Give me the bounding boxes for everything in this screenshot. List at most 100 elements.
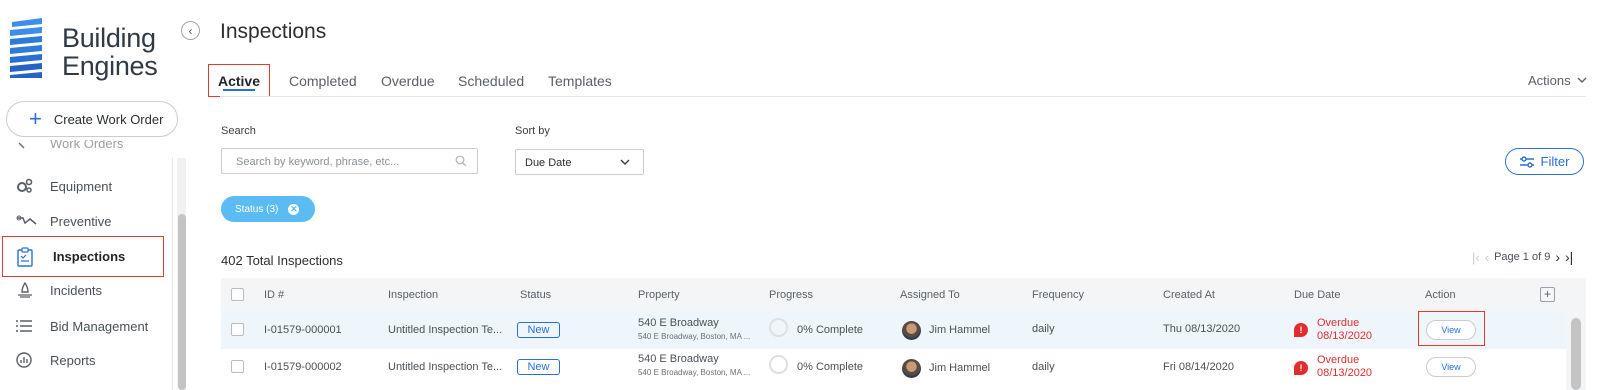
table-row[interactable]: I-01579-000002 Untitled Inspection Te...… <box>221 349 1566 387</box>
sort-label: Sort by <box>515 125 550 137</box>
sidebar-divider <box>172 158 173 390</box>
chevron-left-icon: ‹ <box>188 23 193 38</box>
view-button[interactable]: View <box>1426 320 1476 340</box>
column-inspection[interactable]: Inspection <box>388 289 438 301</box>
table-row[interactable]: I-01579-000001 Untitled Inspection Te...… <box>221 311 1566 349</box>
status-badge: New <box>517 359 560 375</box>
remove-chip-icon[interactable]: ✕ <box>288 203 300 215</box>
row-property: 540 E Broadway <box>638 353 719 365</box>
column-action: Action <box>1425 289 1456 301</box>
status-badge: New <box>517 322 560 338</box>
column-id[interactable]: ID # <box>264 289 284 301</box>
clipboard-icon <box>3 246 53 267</box>
next-page-icon[interactable]: › <box>1555 249 1560 265</box>
sidebar-item-label: Reports <box>50 352 96 368</box>
due-date-value: 08/13/2020 <box>1317 367 1373 379</box>
search-label: Search <box>221 125 256 137</box>
search-input[interactable]: Search by keyword, phrase, etc... <box>221 148 478 174</box>
column-created-at[interactable]: Created At <box>1163 289 1215 301</box>
tab-templates[interactable]: Templates <box>548 64 612 97</box>
actions-label: Actions <box>1528 73 1571 88</box>
tab-completed[interactable]: Completed <box>289 64 357 97</box>
plus-icon: + <box>1543 287 1551 301</box>
column-frequency[interactable]: Frequency <box>1032 289 1084 301</box>
first-page-icon[interactable]: |‹ <box>1472 250 1480 265</box>
sidebar-scrollbar-thumb[interactable] <box>178 214 186 390</box>
column-due-date[interactable]: Due Date <box>1294 289 1340 301</box>
sidebar-item-label: Bid Management <box>50 318 149 334</box>
last-page-icon[interactable]: ›| <box>1565 249 1573 265</box>
row-id: I-01579-000002 <box>264 361 342 373</box>
actions-menu[interactable]: Actions <box>1528 73 1587 88</box>
row-assigned-to: Jim Hammel <box>929 324 991 336</box>
sidebar-item-label: Inspections <box>53 249 126 264</box>
tab-label: Completed <box>289 72 357 89</box>
row-checkbox[interactable] <box>231 323 244 336</box>
row-address: 540 E Broadway, Boston, MA ... <box>638 368 751 377</box>
brand-logo[interactable]: Building Engines <box>4 6 158 82</box>
sidebar-item-label: Equipment <box>50 178 113 194</box>
brand-name: Building Engines <box>62 23 158 81</box>
tab-divider <box>220 96 1586 97</box>
brand-line1: Building <box>62 23 156 53</box>
filter-label: Filter <box>1540 154 1570 169</box>
preventive-icon <box>0 214 50 228</box>
row-progress: 0% Complete <box>797 361 864 373</box>
building-logo-icon <box>10 18 42 78</box>
sidebar-item-equipment[interactable]: Equipment <box>0 168 172 204</box>
sidebar-item-inspections[interactable]: Inspections <box>2 236 164 277</box>
chip-label: Status (3) <box>235 203 279 215</box>
table-scrollbar-thumb[interactable] <box>1571 318 1581 390</box>
tab-label: Templates <box>548 72 612 89</box>
sort-value: Due Date <box>525 157 572 169</box>
tab-scheduled[interactable]: Scheduled <box>458 64 524 97</box>
row-created-at: Thu 08/13/2020 <box>1163 323 1241 335</box>
overdue-label: Overdue <box>1317 354 1360 366</box>
view-button[interactable]: View <box>1426 357 1476 377</box>
column-progress[interactable]: Progress <box>769 289 813 301</box>
sidebar-item-incidents[interactable]: Incidents <box>0 272 172 308</box>
row-inspection[interactable]: Untitled Inspection Te... <box>388 324 502 336</box>
column-status[interactable]: Status <box>520 289 551 301</box>
row-progress: 0% Complete <box>797 324 864 336</box>
brand-line2: Engines <box>62 51 158 81</box>
create-work-order-button[interactable]: + Create Work Order <box>6 101 178 137</box>
select-all-checkbox[interactable] <box>231 288 244 301</box>
search-icon <box>455 155 467 167</box>
column-assigned-to[interactable]: Assigned To <box>900 289 960 301</box>
add-column-button[interactable]: + <box>1540 287 1555 302</box>
active-tab-underline <box>223 89 255 91</box>
row-checkbox[interactable] <box>231 360 244 373</box>
row-frequency: daily <box>1032 323 1055 335</box>
sidebar-item-preventive[interactable]: Preventive <box>0 203 172 239</box>
row-frequency: daily <box>1032 361 1055 373</box>
prev-page-icon[interactable]: ‹ <box>1485 250 1489 265</box>
overdue-label: Overdue <box>1317 317 1360 329</box>
tab-active[interactable]: Active <box>208 64 270 97</box>
row-due-date: Overdue 08/13/2020 <box>1317 354 1372 380</box>
tab-label: Scheduled <box>458 72 525 89</box>
sort-select[interactable]: Due Date <box>515 149 644 175</box>
total-count: 402 Total Inspections <box>221 253 343 268</box>
chevron-down-icon <box>1577 77 1587 83</box>
collapse-sidebar-button[interactable]: ‹ <box>181 21 200 40</box>
alert-icon: ! <box>1294 361 1308 375</box>
row-address: 540 E Broadway, Boston, MA ... <box>638 332 751 341</box>
page-title: Inspections <box>220 20 327 43</box>
table-header: ID # Inspection Status Property Progress… <box>221 278 1586 311</box>
reports-icon <box>0 352 50 368</box>
sidebar-item-bid-management[interactable]: Bid Management <box>0 308 172 344</box>
sidebar-item-reports[interactable]: Reports <box>0 342 172 378</box>
filter-button[interactable]: Filter <box>1505 148 1584 175</box>
sidebar-item-label: Work Orders <box>50 140 124 151</box>
due-date-value: 08/13/2020 <box>1317 330 1373 342</box>
tab-overdue[interactable]: Overdue <box>381 64 435 97</box>
sidebar-item-work-orders[interactable]: Work Orders <box>0 140 172 158</box>
column-property[interactable]: Property <box>638 289 680 301</box>
row-inspection[interactable]: Untitled Inspection Te... <box>388 361 502 373</box>
status-filter-chip[interactable]: Status (3) ✕ <box>221 196 315 222</box>
row-assigned-to: Jim Hammel <box>929 362 991 374</box>
alert-icon: ! <box>1294 323 1308 337</box>
row-due-date: Overdue 08/13/2020 <box>1317 317 1372 343</box>
row-property: 540 E Broadway <box>638 317 719 329</box>
